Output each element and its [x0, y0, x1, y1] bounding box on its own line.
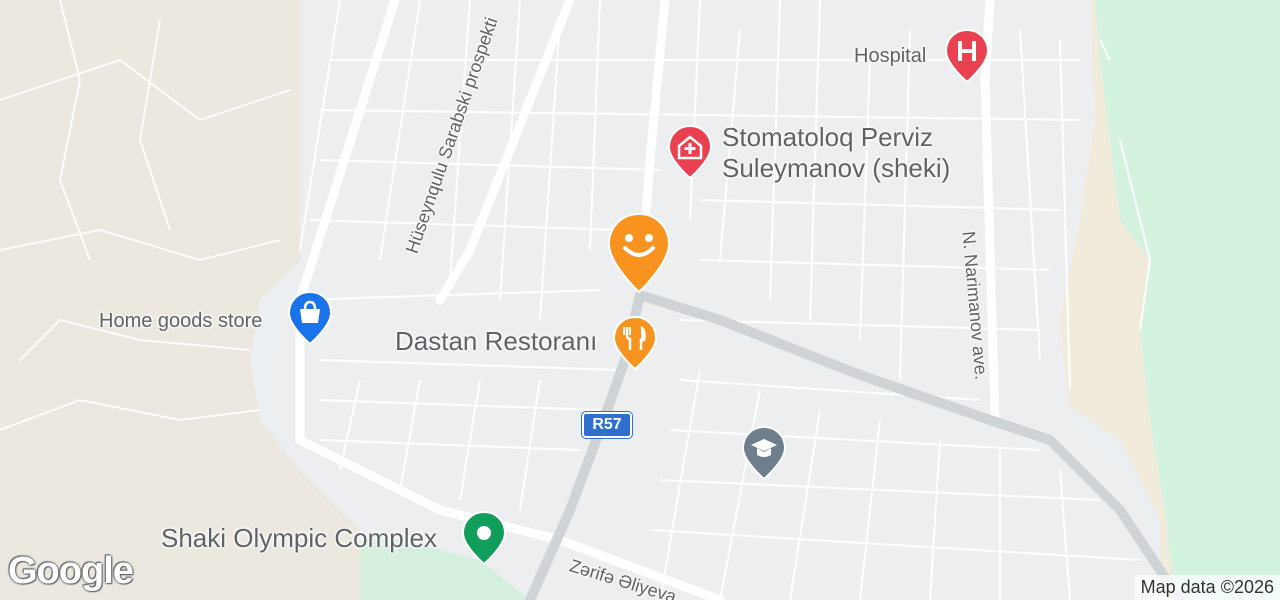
- medical-cross-icon: [667, 124, 713, 180]
- store-pin[interactable]: [286, 290, 334, 348]
- route-shield-r57: R57: [582, 412, 632, 438]
- store-label[interactable]: Home goods store: [99, 305, 262, 337]
- smiley-marker-icon: [607, 212, 671, 294]
- restaurant-label[interactable]: Dastan Restoranı: [395, 325, 597, 357]
- olympic-label[interactable]: Shaki Olympic Complex: [161, 522, 437, 554]
- graduation-cap-icon: [741, 425, 787, 481]
- dentist-pin[interactable]: [666, 124, 714, 182]
- hospital-pin[interactable]: [943, 28, 991, 86]
- park-icon: [461, 510, 507, 566]
- dentist-label[interactable]: Stomatoloq Perviz Suleymanov (sheki): [722, 122, 950, 184]
- dentist-label-line1: Stomatoloq Perviz: [722, 122, 933, 152]
- map-base-layer: [0, 0, 1280, 600]
- map-canvas[interactable]: Hüseynqulu Sarabski prospekti N. Nariman…: [0, 0, 1280, 600]
- shopping-bag-icon: [287, 290, 333, 346]
- google-logo[interactable]: Google: [8, 550, 134, 593]
- restaurant-pin[interactable]: [611, 315, 659, 373]
- hospital-label[interactable]: Hospital: [854, 40, 926, 72]
- school-pin[interactable]: [740, 425, 788, 483]
- hospital-icon: [944, 28, 990, 84]
- fork-knife-icon: [612, 315, 658, 371]
- olympic-pin[interactable]: [460, 510, 508, 568]
- dentist-label-line2: Suleymanov (sheki): [722, 153, 951, 183]
- map-attribution[interactable]: Map data ©2026: [1134, 575, 1280, 600]
- current-location-pin[interactable]: [607, 212, 671, 296]
